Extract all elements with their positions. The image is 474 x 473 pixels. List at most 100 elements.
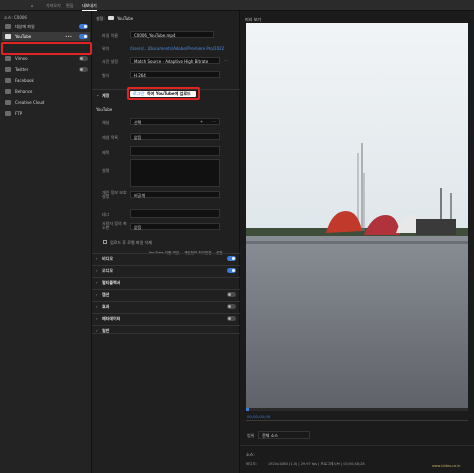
tags-label: 태그 xyxy=(102,212,110,217)
sidebar-item-label: FTP xyxy=(15,111,23,116)
location-link[interactable]: /Users/.../Documents/Adobe/Premiere Pro/… xyxy=(130,46,236,51)
vimeo-toggle[interactable] xyxy=(79,56,88,61)
video-preview xyxy=(246,23,468,408)
more-icon[interactable]: ⋯ xyxy=(212,119,216,124)
add-icon[interactable]: + xyxy=(200,119,203,124)
preview-title: 미리 보기 xyxy=(245,17,261,22)
login-button[interactable]: 로그인 xyxy=(133,91,144,97)
youtube-toggle[interactable] xyxy=(79,34,88,39)
twitter-icon xyxy=(5,67,11,72)
file-toggle[interactable] xyxy=(79,24,88,29)
description-field[interactable] xyxy=(130,159,220,187)
tags-field[interactable] xyxy=(130,209,220,218)
destinations-sidebar: 소스: C0006 대상에 파일 YouTube ••• Vimeo Twitt… xyxy=(0,11,92,473)
format-dropdown[interactable]: H.264 xyxy=(130,71,220,78)
file-name-label: 파일 이름 xyxy=(102,33,118,38)
sidebar-item-ftp[interactable]: FTP xyxy=(2,109,90,118)
title-field[interactable] xyxy=(130,146,220,156)
captions-toggle[interactable] xyxy=(227,292,236,297)
more-icon[interactable]: ••• xyxy=(65,34,72,39)
tab-export[interactable]: 내보내기 xyxy=(82,3,97,11)
section-effects[interactable]: › 효과 xyxy=(92,301,240,310)
creative-cloud-icon xyxy=(5,100,11,105)
settings-header-label: 설정: xyxy=(96,16,105,21)
audio-toggle[interactable] xyxy=(227,268,236,273)
facebook-icon xyxy=(5,78,11,83)
sidebar-item-label: Behance xyxy=(15,89,33,94)
top-bar: ⌂ 가져오기 편집 내보내기 xyxy=(0,0,474,11)
youtube-icon xyxy=(5,34,11,39)
tab-import[interactable]: 가져오기 xyxy=(46,3,61,9)
sidebar-item-creative-cloud[interactable]: Creative Cloud xyxy=(2,98,90,107)
file-name-field[interactable]: C0006_YouTube.mp4 xyxy=(130,31,214,38)
thumbnail-dropdown[interactable]: 없음 xyxy=(130,223,220,230)
sidebar-item-label: Vimeo xyxy=(15,56,28,61)
chevron-right-icon: › xyxy=(96,316,98,321)
range-dropdown[interactable]: 전체 소스 xyxy=(258,431,310,439)
section-general[interactable]: › 일반 xyxy=(92,325,240,334)
preset-dropdown[interactable]: Match Source - Adaptive High Bitrate xyxy=(130,57,220,64)
range-track xyxy=(246,420,468,421)
delete-checkbox[interactable] xyxy=(103,240,107,244)
section-audio[interactable]: › 오디오 xyxy=(92,265,240,274)
settings-header-value: YouTube xyxy=(117,16,134,21)
metadata-toggle[interactable] xyxy=(227,316,236,321)
chevron-right-icon: › xyxy=(96,328,98,333)
chevron-right-icon: › xyxy=(96,292,98,297)
section-metadata[interactable]: › 메타데이터 xyxy=(92,313,240,322)
source-label: 소스: xyxy=(246,452,255,457)
playhead[interactable] xyxy=(246,408,249,411)
channel-label: 채널 xyxy=(102,120,110,125)
video-frame xyxy=(246,23,468,408)
watermark: www.ivideo.co.kr xyxy=(432,464,461,468)
description-label: 설명 xyxy=(102,168,110,173)
location-label: 위치 xyxy=(102,46,110,51)
playlist-label: 재생 목록 xyxy=(102,135,118,140)
upload-notice: 하여 YouTube에 업로드 xyxy=(147,91,191,96)
youtube-subheading: YouTube xyxy=(96,107,113,112)
tab-edit[interactable]: 편집 xyxy=(66,3,73,9)
sidebar-item-label: 대상에 파일 xyxy=(15,24,35,29)
sidebar-item-behance[interactable]: Behance xyxy=(2,87,90,96)
video-info-value: 1920x1080 (1.0) | 29.97 fps | 프로그레시브 | 0… xyxy=(268,462,365,466)
format-label: 형식 xyxy=(102,73,110,78)
sidebar-item-twitter[interactable]: Twitter xyxy=(2,65,90,74)
more-icon[interactable]: ⋯ xyxy=(224,58,228,63)
divider xyxy=(240,445,474,446)
chevron-right-icon: › xyxy=(96,304,98,309)
section-video[interactable]: › 비디오 xyxy=(92,253,240,262)
range-label: 범위 xyxy=(247,433,255,438)
thumbnail-label: 사용자 정의 축소판 xyxy=(102,221,127,230)
sidebar-item-label: Twitter xyxy=(15,67,29,72)
settings-panel: 설정: YouTube 파일 이름 C0006_YouTube.mp4 위치 /… xyxy=(92,11,240,473)
youtube-icon xyxy=(108,16,114,20)
sidebar-item-facebook[interactable]: Facebook xyxy=(2,76,90,85)
video-info-label: 비디오: xyxy=(246,462,257,466)
source-header: 소스: C0006 xyxy=(4,15,27,20)
home-icon[interactable]: ⌂ xyxy=(31,3,34,8)
sidebar-item-label: Facebook xyxy=(15,78,34,83)
twitter-toggle[interactable] xyxy=(79,67,88,72)
sidebar-item-label: Creative Cloud xyxy=(15,100,45,105)
privacy-dropdown[interactable]: 비공개 xyxy=(130,191,220,198)
vimeo-icon xyxy=(5,56,11,61)
preset-label: 사전 설정 xyxy=(102,59,118,64)
section-multiplexer[interactable]: › 멀티플렉서 xyxy=(92,277,240,286)
chevron-down-icon[interactable]: ⌄ xyxy=(96,92,99,97)
playlist-dropdown[interactable]: 없음 xyxy=(130,133,220,140)
ftp-icon xyxy=(5,111,11,116)
chevron-right-icon: › xyxy=(96,256,98,261)
sidebar-item-youtube[interactable]: YouTube ••• xyxy=(2,32,90,41)
timecode: 00;00;00;00 xyxy=(247,414,271,419)
section-captions[interactable]: › 캡션 xyxy=(92,289,240,298)
sidebar-item-vimeo[interactable]: Vimeo xyxy=(2,54,90,63)
effects-toggle[interactable] xyxy=(227,304,236,309)
chevron-right-icon: › xyxy=(96,280,98,285)
video-toggle[interactable] xyxy=(227,256,236,261)
sidebar-item-file[interactable]: 대상에 파일 xyxy=(2,22,90,31)
title-label: 제목 xyxy=(102,150,110,155)
channel-dropdown[interactable]: 선택 xyxy=(130,118,220,125)
delete-checkbox-label: 업로드 후 로컬 파일 삭제 xyxy=(110,240,152,245)
account-section[interactable]: 계정 xyxy=(102,93,109,98)
timeline-bar[interactable] xyxy=(246,408,468,411)
